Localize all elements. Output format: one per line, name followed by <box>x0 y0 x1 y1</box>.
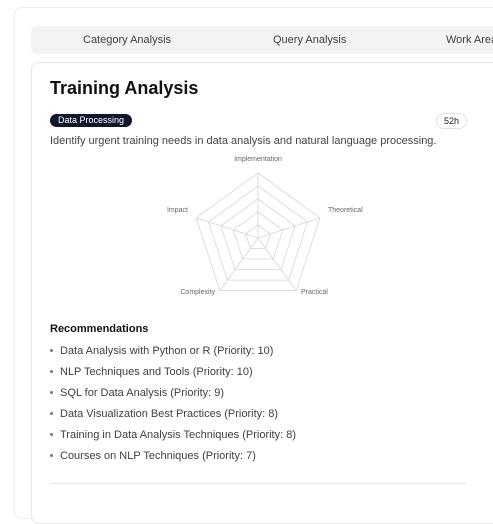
card-title: Training Analysis <box>50 78 199 98</box>
bullet-icon <box>50 348 53 352</box>
recommendation-text: SQL for Data Analysis (Priority: 9) <box>60 387 225 399</box>
radar-spoke <box>219 237 259 291</box>
recommendation-text: Courses on NLP Techniques (Priority: 7) <box>60 450 256 462</box>
radar-axis-label-impact: Impact <box>167 207 188 214</box>
radar-axis-label-complexity: Complexity <box>180 289 215 296</box>
recommendation-text: Data Analysis with Python or R (Priority… <box>60 345 274 357</box>
recommendation-item: SQL for Data Analysis (Priority: 9) <box>50 385 296 406</box>
card-description: Identify urgent training needs in data a… <box>50 135 437 147</box>
recommendations-list: Data Analysis with Python or R (Priority… <box>50 343 296 469</box>
radar-axis-label-theoretical: Theoretical <box>328 207 363 214</box>
recommendations-heading: Recommendations <box>50 323 149 335</box>
card-divider <box>50 483 467 484</box>
radar-axis-label-implementation: Implementation <box>234 156 282 163</box>
bullet-icon <box>50 369 53 373</box>
bullet-icon <box>50 432 53 436</box>
tab-category-analysis[interactable]: Category Analysis <box>83 26 171 54</box>
recommendation-text: NLP Techniques and Tools (Priority: 10) <box>60 366 253 378</box>
recommendation-item: Data Visualization Best Practices (Prior… <box>50 406 296 427</box>
recommendation-text: Training in Data Analysis Techniques (Pr… <box>60 429 296 441</box>
category-badge: Data Processing <box>50 114 133 127</box>
recommendation-item: Training in Data Analysis Techniques (Pr… <box>50 427 296 448</box>
radar-chart: Implementation Theoretical Practical Com… <box>150 150 380 306</box>
bullet-icon <box>50 390 53 394</box>
tab-bar: Category Analysis Query Analysis Work Ar… <box>31 26 493 54</box>
recommendation-item: Courses on NLP Techniques (Priority: 7) <box>50 448 296 469</box>
recommendation-item: Data Analysis with Python or R (Priority… <box>50 343 296 364</box>
recommendation-text: Data Visualization Best Practices (Prior… <box>60 408 279 420</box>
bullet-icon <box>50 411 53 415</box>
tab-query-analysis[interactable]: Query Analysis <box>273 26 346 54</box>
radar-spokes <box>196 173 320 291</box>
radar-spoke <box>257 237 297 291</box>
recommendation-item: NLP Techniques and Tools (Priority: 10) <box>50 364 296 385</box>
tab-work-area[interactable]: Work Area <box>446 26 493 54</box>
bullet-icon <box>50 453 53 457</box>
radar-axis-label-practical: Practical <box>301 289 328 296</box>
duration-badge: 52h <box>436 113 468 129</box>
